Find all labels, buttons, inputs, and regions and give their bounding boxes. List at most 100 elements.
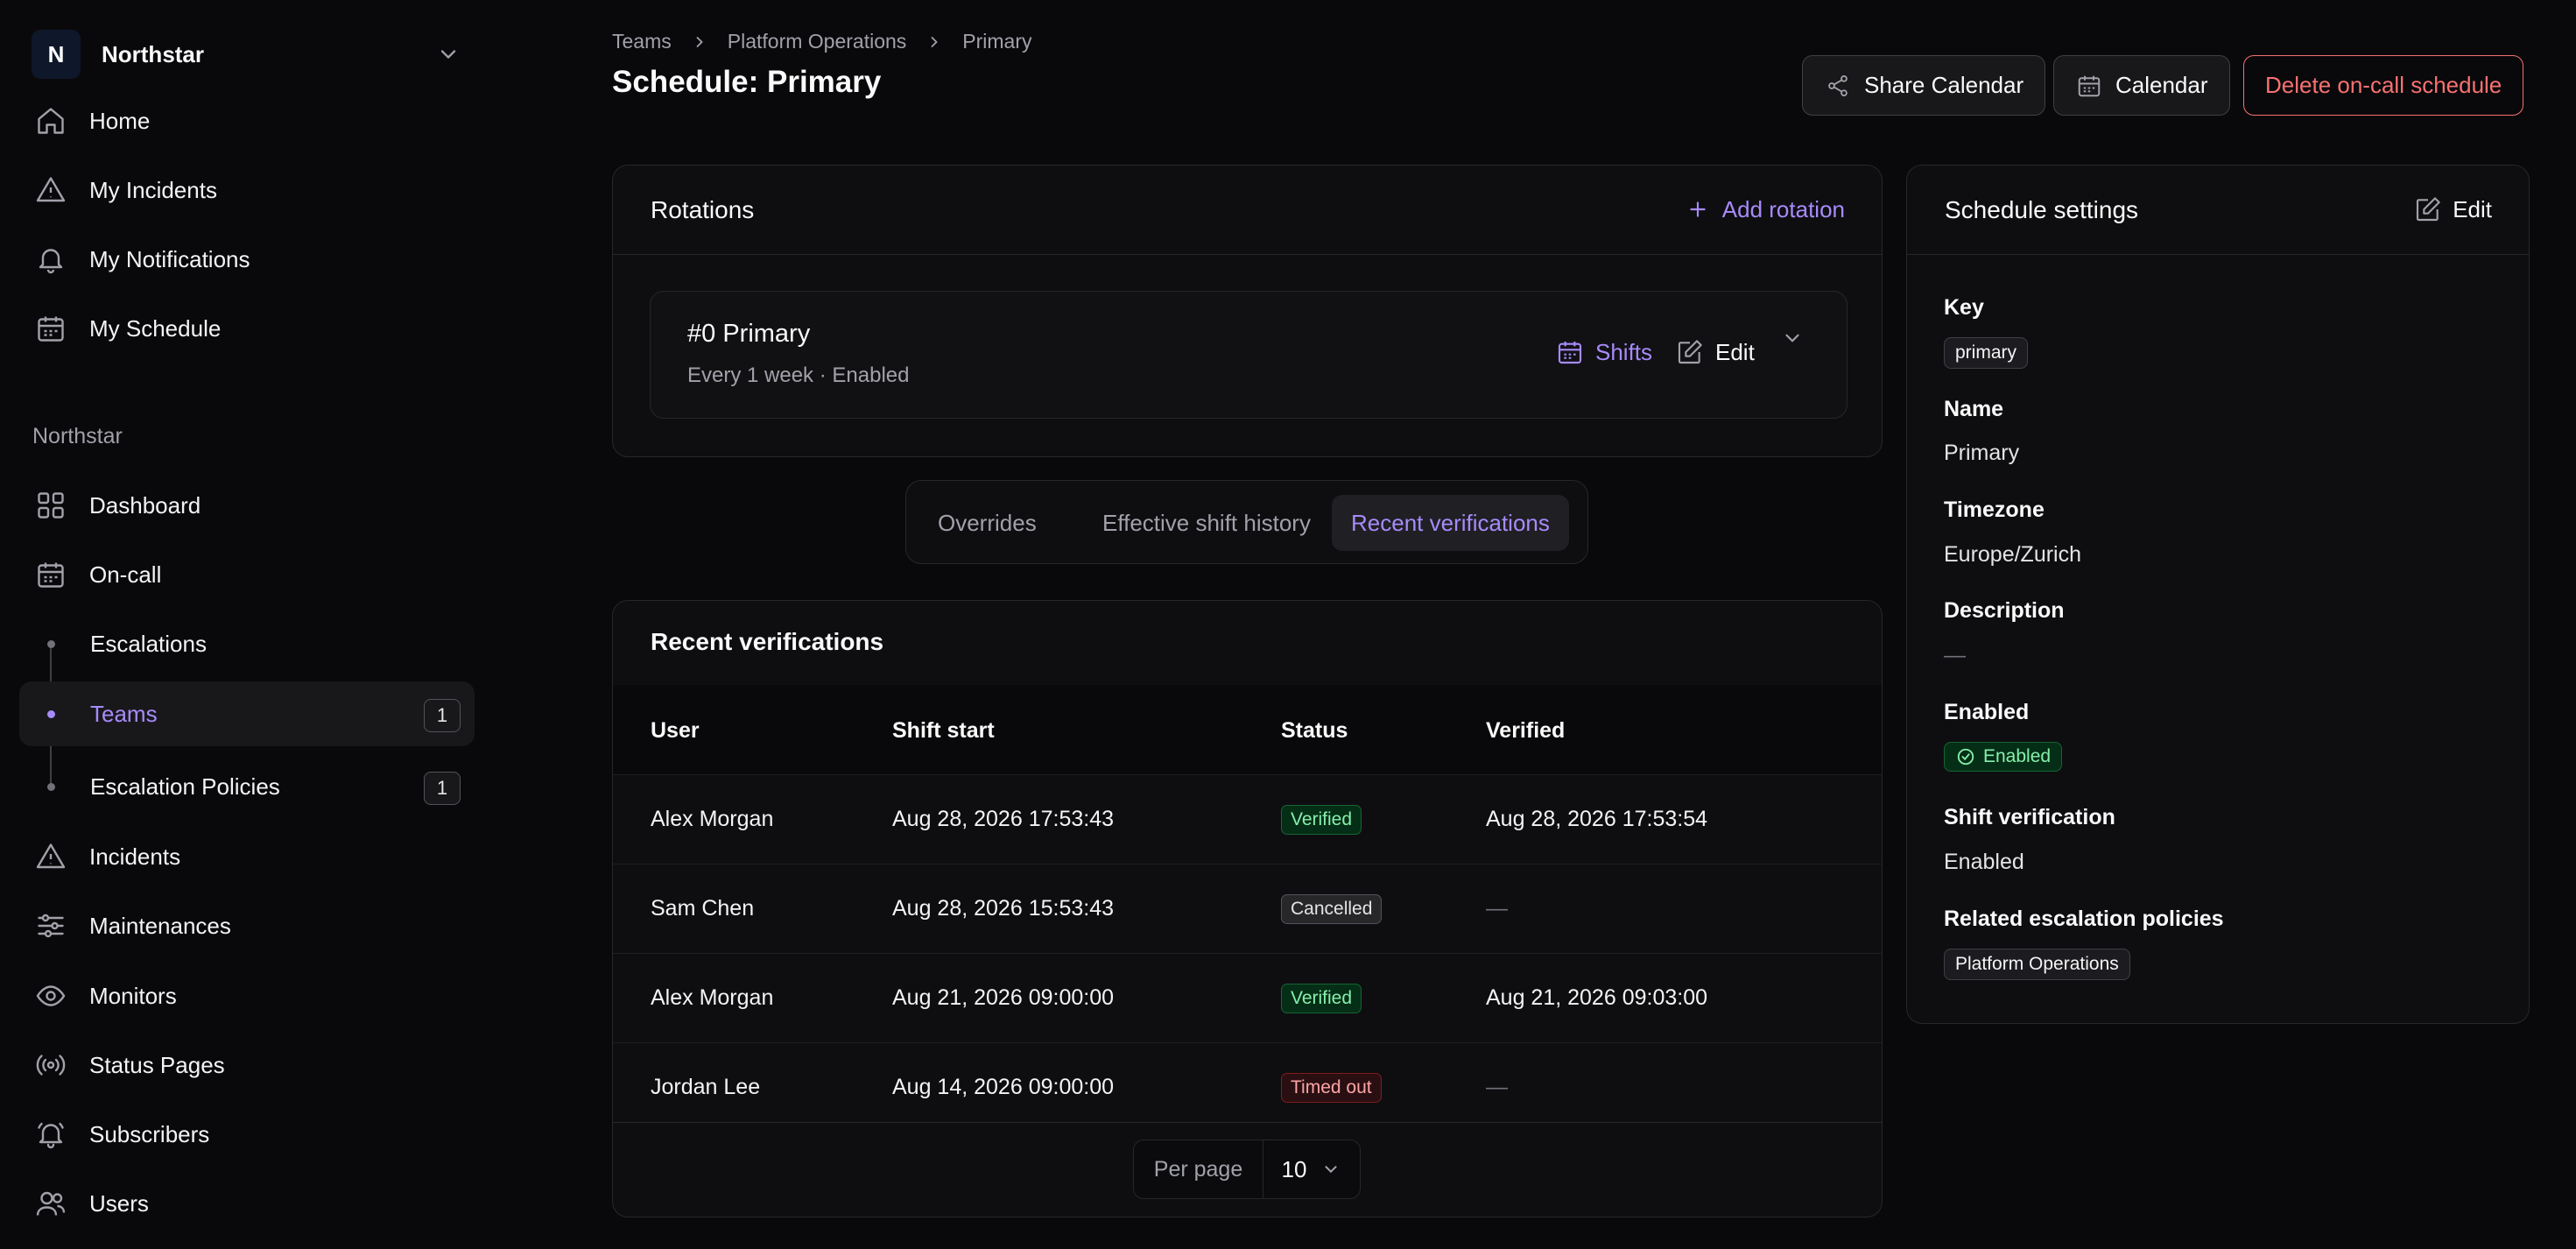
related-policies-label: Related escalation policies [1944,907,2224,931]
status-badge: Timed out [1281,1073,1382,1103]
status-badge: Verified [1281,984,1362,1013]
nav-item-escalation-policies[interactable]: Escalation Policies 1 [19,754,475,819]
cell-user: Alex Morgan [651,985,774,1010]
breadcrumb-item-current: Primary [962,30,1032,53]
shifts-button[interactable]: Shifts [1555,337,1652,367]
add-rotation-button[interactable]: Add rotation [1684,195,1845,223]
nav-item-monitors[interactable]: Monitors [19,963,475,1028]
table-row: Jordan Lee Aug 14, 2026 09:00:00 Timed o… [613,1042,1882,1132]
nav-item-teams[interactable]: Teams 1 [19,681,475,746]
org-name: Northstar [102,40,205,67]
shifts-label: Shifts [1595,338,1653,365]
nav-item-label: Maintenances [89,912,231,939]
nav-item-label: Escalations [90,630,207,657]
table-header: User Shift start Status Verified [613,685,1882,774]
related-policy-chip[interactable]: Platform Operations [1944,949,2130,980]
page-title: Schedule: Primary [612,65,882,99]
nav-item-my-notifications[interactable]: My Notifications [19,227,475,292]
calendar-icon [1555,337,1585,367]
key-label: Key [1944,295,1984,320]
calendar-icon [33,311,68,346]
nav-item-subscribers[interactable]: Subscribers [19,1102,475,1167]
per-page-select[interactable]: Per page 10 [1133,1140,1361,1199]
broadcast-icon [33,1048,68,1083]
nav-item-incidents[interactable]: Incidents [19,824,475,889]
nav-item-maintenances[interactable]: Maintenances [19,893,475,958]
per-page-value: 10 [1281,1155,1307,1182]
rotation-item: #0 Primary Every 1 week · Enabled Shifts… [650,291,1848,419]
nav-item-label: Teams [90,700,158,727]
verifications-title: Recent verifications [651,628,884,655]
divider [613,1122,1882,1123]
rotation-title: #0 Primary [687,320,811,348]
rotation-subtitle: Every 1 week · Enabled [687,363,910,387]
edit-rotation-button[interactable]: Edit [1675,337,1755,367]
nav-item-label: My Schedule [89,314,222,342]
tab-bar: Overrides Effective shift history Recent… [905,480,1588,564]
divider [613,254,1882,255]
nav-item-escalations[interactable]: Escalations [19,611,475,676]
add-rotation-label: Add rotation [1721,195,1845,222]
calendar-icon [2075,72,2103,100]
edit-settings-button[interactable]: Edit [2414,195,2492,223]
rotations-title: Rotations [651,196,755,223]
calendar-button[interactable]: Calendar [2053,55,2230,116]
nav-item-label: Escalation Policies [90,773,280,800]
per-page-value-wrap[interactable]: 10 [1263,1140,1360,1198]
nav-item-my-schedule[interactable]: My Schedule [19,296,475,361]
column-header-shift-start: Shift start [892,718,995,743]
cell-verified: Aug 21, 2026 09:03:00 [1486,985,1708,1010]
cell-shift-start: Aug 28, 2026 17:53:43 [892,807,1115,831]
recent-verifications-card: Recent verifications User Shift start St… [612,600,1883,1217]
nav-item-my-incidents[interactable]: My Incidents [19,158,475,222]
calendar-label: Calendar [2115,72,2208,98]
nav-item-label: Subscribers [89,1120,210,1147]
column-header-user: User [651,718,700,743]
bell-icon [33,242,68,277]
cell-verified: Aug 28, 2026 17:53:54 [1486,807,1708,831]
name-value: Primary [1944,441,2020,465]
chevron-down-icon [1320,1159,1341,1180]
cell-user: Sam Chen [651,896,755,921]
share-calendar-label: Share Calendar [1864,72,2024,98]
breadcrumb-item-teams[interactable]: Teams [612,30,672,53]
delete-schedule-button[interactable]: Delete on-call schedule [2243,55,2524,116]
table-row: Sam Chen Aug 28, 2026 15:53:43 Cancelled… [613,864,1882,953]
cell-shift-start: Aug 14, 2026 09:00:00 [892,1075,1115,1099]
users-icon [33,1186,68,1221]
nav-item-dashboard[interactable]: Dashboard [19,473,475,538]
chevron-right-icon [926,33,943,51]
count-badge: 1 [424,699,461,732]
share-calendar-button[interactable]: Share Calendar [1802,55,2046,116]
cell-user: Alex Morgan [651,807,774,831]
grid-icon [33,488,68,523]
nav-item-label: Dashboard [89,491,201,519]
nav-item-home[interactable]: Home [19,88,475,153]
timezone-label: Timezone [1944,497,2045,522]
submenu-dot [47,782,55,791]
tab-recent-verifications[interactable]: Recent verifications [1332,495,1569,551]
tab-overrides[interactable]: Overrides [918,495,1056,551]
alert-triangle-icon [33,173,68,208]
check-circle-icon [1955,746,1976,767]
breadcrumb-item-team[interactable]: Platform Operations [728,30,907,53]
chevron-down-icon[interactable] [1781,327,1804,349]
schedule-settings-card: Schedule settings Edit Key primary Name … [1906,165,2530,1024]
count-badge: 1 [424,772,461,805]
edit-icon [1675,337,1705,367]
nav-item-users[interactable]: Users [19,1171,475,1236]
status-badge: Cancelled [1281,894,1383,924]
nav-item-status-pages[interactable]: Status Pages [19,1033,475,1097]
nav-item-on-call[interactable]: On-call [19,542,475,607]
status-badge: Verified [1281,805,1362,835]
nav-item-label: Monitors [89,982,177,1009]
tab-effective-shift-history[interactable]: Effective shift history [1083,495,1330,551]
column-header-status: Status [1281,718,1348,743]
enabled-value: Enabled [1983,746,2052,766]
org-switcher[interactable]: N Northstar [32,30,461,79]
nav-item-label: My Incidents [89,176,217,203]
shift-verification-value: Enabled [1944,850,2024,874]
nav-item-label: Users [89,1189,149,1217]
cell-shift-start: Aug 21, 2026 09:00:00 [892,985,1115,1010]
cell-verified: — [1486,1075,1508,1099]
